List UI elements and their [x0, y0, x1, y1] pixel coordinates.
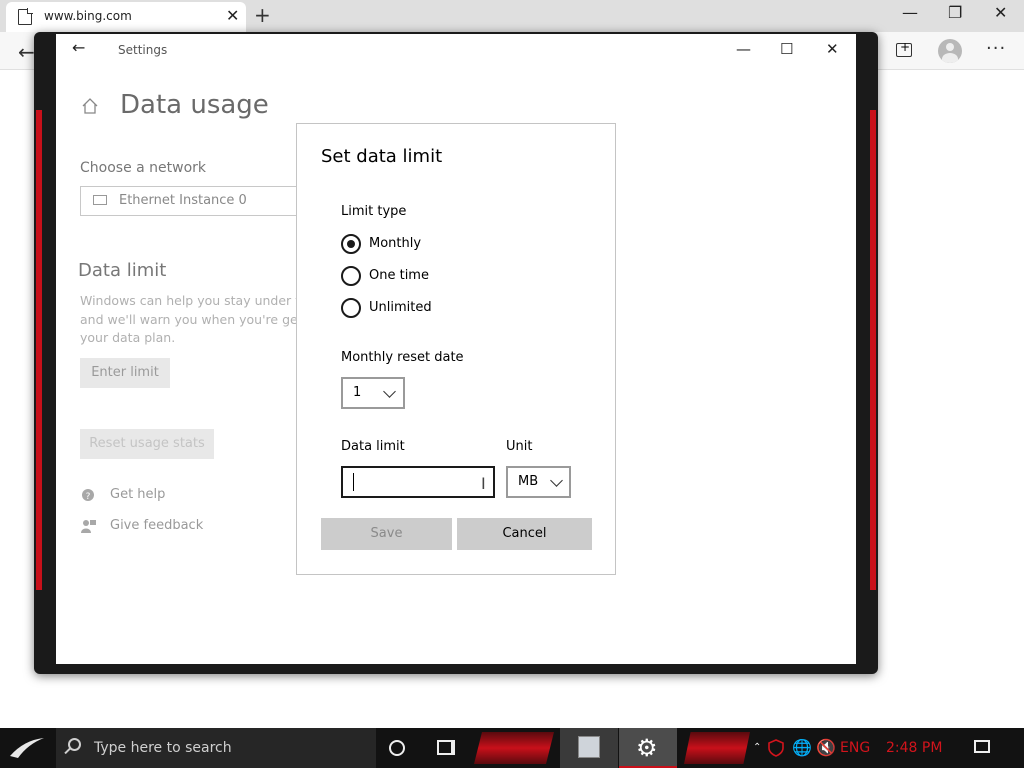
radio-unlimited-label[interactable]: Unlimited — [369, 300, 432, 315]
settings-window-title: Settings — [118, 43, 168, 57]
description-line: Windows can help you stay under y — [80, 293, 298, 308]
unit-value: MB — [518, 474, 539, 489]
task-view-icon[interactable] — [437, 740, 455, 755]
reset-date-value: 1 — [353, 385, 362, 400]
set-data-limit-dialog: Set data limit Limit type Monthly One ti… — [296, 123, 616, 575]
radio-monthly[interactable] — [341, 234, 361, 254]
tray-overflow-icon[interactable]: ⌃ — [753, 728, 761, 768]
page-icon — [18, 8, 33, 25]
enter-limit-button[interactable]: Enter limit — [80, 358, 170, 388]
settings-minimize-button[interactable]: — — [736, 40, 751, 58]
description-line: your data plan. — [80, 330, 176, 345]
settings-window: ← Settings — ☐ ✕ Data usage Choose a net… — [56, 34, 856, 664]
browser-restore-button[interactable]: ❐ — [948, 3, 962, 22]
gear-icon: ⚙ — [636, 734, 658, 762]
clock[interactable]: 2:48 PM — [886, 728, 942, 768]
taskbar-decor-left — [474, 732, 554, 764]
feedback-icon — [81, 519, 96, 533]
start-icon[interactable] — [0, 728, 56, 768]
browser-close-button[interactable]: ✕ — [994, 3, 1007, 22]
search-icon — [68, 738, 81, 751]
get-help-link[interactable]: ? Get help — [80, 487, 165, 502]
svg-text:?: ? — [86, 492, 91, 502]
cortana-icon[interactable] — [389, 740, 405, 756]
data-limit-input[interactable]: Ι — [341, 466, 495, 498]
settings-close-button[interactable]: ✕ — [826, 40, 839, 58]
network-value: Ethernet Instance 0 — [119, 193, 247, 208]
taskbar-decor-right — [684, 732, 750, 764]
description-line: and we'll warn you when you're get — [80, 311, 298, 327]
ibeam-cursor-icon: Ι — [481, 474, 486, 493]
help-icon: ? — [82, 488, 94, 502]
unit-dropdown[interactable]: MB — [506, 466, 571, 498]
app-window-icon — [578, 736, 600, 758]
give-feedback-label: Give feedback — [110, 518, 204, 533]
radio-one-time[interactable] — [341, 266, 361, 286]
globe-icon[interactable]: 🌐 — [792, 728, 812, 768]
unit-label: Unit — [506, 439, 533, 454]
monitor-icon — [93, 195, 107, 205]
browser-tab-bar: www.bing.com ✕ + — ❐ ✕ — [0, 0, 1024, 32]
dialog-title: Set data limit — [321, 146, 443, 167]
choose-network-label: Choose a network — [80, 160, 207, 176]
network-dropdown[interactable]: Ethernet Instance 0 — [80, 186, 320, 216]
data-limit-heading: Data limit — [78, 260, 167, 281]
text-caret — [353, 473, 354, 491]
taskbar-app-settings[interactable]: ⚙ — [619, 728, 677, 768]
more-options-button[interactable]: ··· — [986, 38, 1006, 59]
notification-icon[interactable] — [974, 740, 990, 753]
settings-maximize-button[interactable]: ☐ — [780, 40, 793, 58]
language-indicator[interactable]: ENG — [840, 728, 870, 768]
taskbar-app-explorer[interactable] — [560, 728, 618, 768]
new-tab-button[interactable]: + — [254, 3, 271, 27]
collections-icon[interactable] — [896, 40, 912, 57]
get-help-label: Get help — [110, 487, 166, 502]
give-feedback-link[interactable]: Give feedback — [80, 518, 203, 533]
browser-minimize-button[interactable]: — — [902, 3, 918, 22]
close-tab-icon[interactable]: ✕ — [226, 6, 239, 25]
home-icon[interactable] — [82, 98, 98, 114]
profile-icon[interactable] — [938, 39, 962, 63]
chevron-down-icon — [383, 385, 396, 398]
reset-usage-stats-button[interactable]: Reset usage stats — [80, 429, 214, 459]
data-limit-label: Data limit — [341, 439, 405, 454]
speaker-muted-icon[interactable]: 🔇 — [816, 728, 836, 768]
frame-accent-right — [870, 110, 876, 590]
shield-icon[interactable] — [766, 738, 786, 758]
frame-accent-left — [36, 110, 42, 590]
radio-unlimited[interactable] — [341, 298, 361, 318]
taskbar: Type here to search ⚙ ⌃ 🌐 🔇 ENG 2:48 PM — [0, 728, 1024, 768]
search-placeholder: Type here to search — [94, 740, 232, 756]
chevron-down-icon — [550, 474, 563, 487]
cancel-button[interactable]: Cancel — [457, 518, 592, 550]
taskbar-search[interactable]: Type here to search — [56, 728, 376, 768]
reset-date-label: Monthly reset date — [341, 350, 464, 365]
browser-back-button[interactable]: ← — [18, 40, 35, 64]
limit-type-label: Limit type — [341, 204, 407, 219]
radio-one-time-label[interactable]: One time — [369, 268, 429, 283]
settings-back-button[interactable]: ← — [72, 38, 85, 57]
radio-monthly-label[interactable]: Monthly — [369, 236, 421, 251]
page-title: Data usage — [120, 90, 269, 120]
reset-date-dropdown[interactable]: 1 — [341, 377, 405, 409]
save-button[interactable]: Save — [321, 518, 452, 550]
data-limit-description: Windows can help you stay under y and we… — [80, 292, 298, 348]
browser-tab[interactable]: www.bing.com ✕ — [6, 2, 246, 32]
tab-title: www.bing.com — [44, 9, 132, 23]
